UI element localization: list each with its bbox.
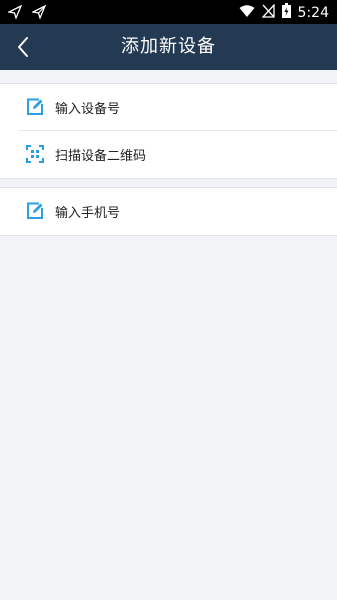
enter-device-number-label: 输入设备号 (55, 101, 121, 117)
scan-device-qr-item[interactable]: 扫描设备二维码 (18, 130, 337, 177)
page-title: 添加新设备 (121, 36, 216, 57)
app-header: 添加新设备 (0, 24, 337, 70)
battery-charging-icon (281, 3, 291, 22)
enter-phone-number-label: 输入手机号 (55, 205, 121, 221)
send-icon (6, 4, 23, 23)
edit-icon (26, 98, 44, 116)
enter-device-number-item[interactable]: 输入设备号 (0, 84, 337, 130)
menu-group-device: 输入设备号 扫描设备二维码 (0, 83, 337, 179)
status-bar: 5:24 (0, 0, 337, 24)
edit-icon (26, 202, 44, 220)
wifi-icon (239, 3, 255, 22)
no-signal-icon (261, 3, 275, 22)
scan-device-qr-label: 扫描设备二维码 (55, 148, 147, 164)
send-outline-icon (30, 4, 47, 23)
enter-phone-number-item[interactable]: 输入手机号 (0, 188, 337, 234)
status-time: 5:24 (297, 4, 329, 21)
qr-scan-icon (26, 145, 44, 163)
menu-group-phone: 输入手机号 (0, 187, 337, 236)
